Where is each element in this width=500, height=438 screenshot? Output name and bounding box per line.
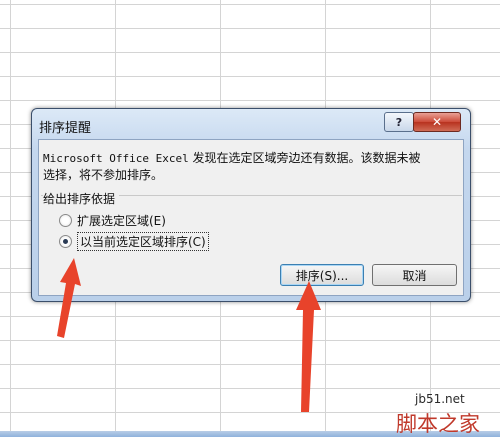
arrow-to-radio-option xyxy=(57,258,81,338)
watermark-site: jb51.net xyxy=(415,392,465,406)
annotation-arrows xyxy=(57,258,321,412)
arrow-to-sort-button xyxy=(296,281,321,412)
watermark-brand: 脚本之家 xyxy=(396,412,480,436)
